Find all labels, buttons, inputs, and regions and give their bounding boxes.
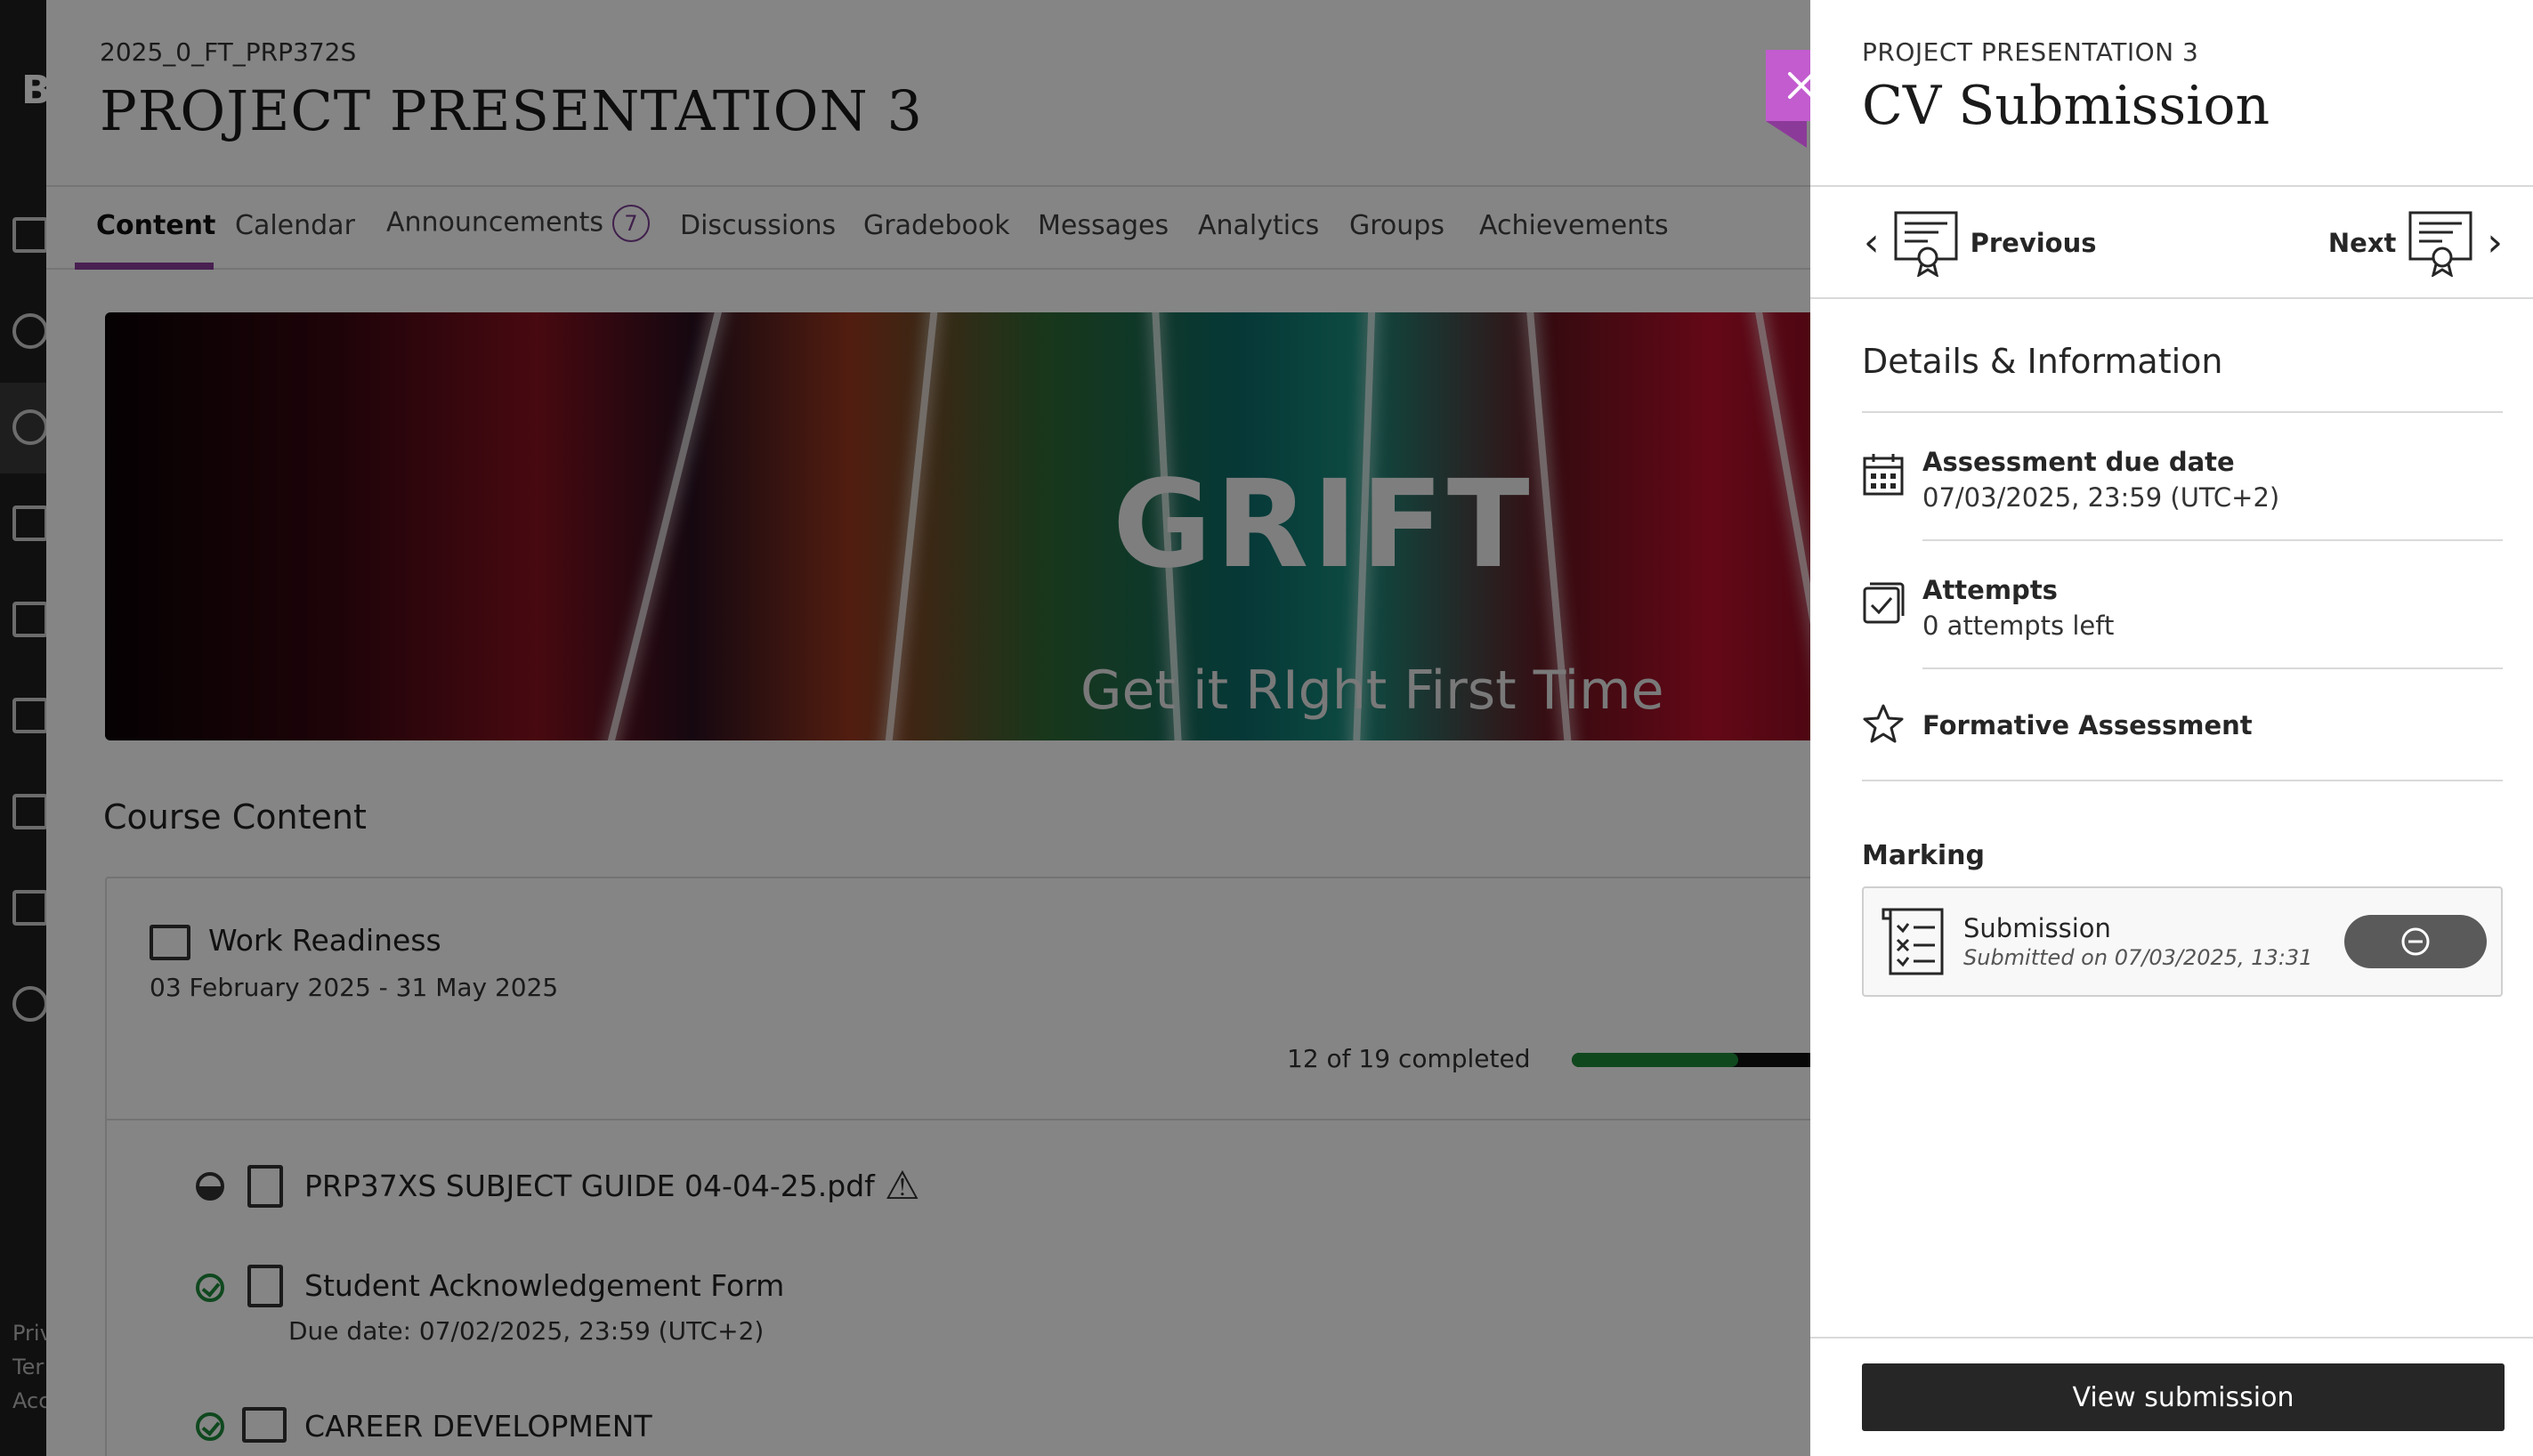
details-divider (1922, 667, 2503, 669)
panel-course-title: PROJECT PRESENTATION 3 (1862, 37, 2199, 67)
details-divider (1862, 411, 2503, 413)
certificate-icon (2408, 211, 2472, 277)
panel-divider (1810, 185, 2533, 187)
due-date-value: 07/03/2025, 23:59 (UTC+2) (1922, 482, 2280, 513)
submission-card: Submission Submitted on 07/03/2025, 13:3… (1862, 886, 2503, 997)
modal-backdrop[interactable] (0, 0, 1810, 1456)
formative-assessment-label: Formative Assessment (1922, 710, 2253, 740)
panel-title: CV Submission (1862, 75, 2270, 137)
certificate-icon (1894, 211, 1958, 277)
attempts-label: Attempts (1922, 575, 2058, 605)
next-label: Next (2327, 228, 2397, 258)
details-heading: Details & Information (1862, 342, 2223, 381)
chevron-right-icon: › (2487, 220, 2503, 265)
minus-circle-icon (2401, 927, 2430, 956)
checkbox-icon (1863, 582, 1905, 624)
panel-divider (1810, 297, 2533, 299)
item-details-panel: PROJECT PRESENTATION 3 CV Submission ‹ P… (1810, 0, 2533, 1456)
submission-title: Submission (1963, 913, 2111, 943)
chevron-left-icon: ‹ (1864, 220, 1880, 265)
next-item-button[interactable]: Next › (2328, 203, 2503, 283)
due-date-label: Assessment due date (1922, 447, 2235, 477)
submission-checklist-icon (1882, 908, 1944, 975)
details-divider (1922, 539, 2503, 541)
panel-footer: View submission (1810, 1337, 2533, 1456)
close-tab-fold (1766, 121, 1807, 148)
previous-item-button[interactable]: ‹ Previous (1864, 203, 2097, 283)
details-divider (1862, 780, 2503, 781)
calendar-icon (1863, 454, 1904, 496)
marking-heading: Marking (1862, 840, 1985, 871)
attempts-value: 0 attempts left (1922, 611, 2115, 641)
submission-timestamp: Submitted on 07/03/2025, 13:31 (1963, 945, 2313, 970)
previous-label: Previous (1970, 228, 2097, 258)
view-submission-button[interactable]: View submission (1862, 1363, 2505, 1431)
submission-status-button[interactable] (2344, 915, 2487, 968)
star-icon (1863, 704, 1904, 743)
